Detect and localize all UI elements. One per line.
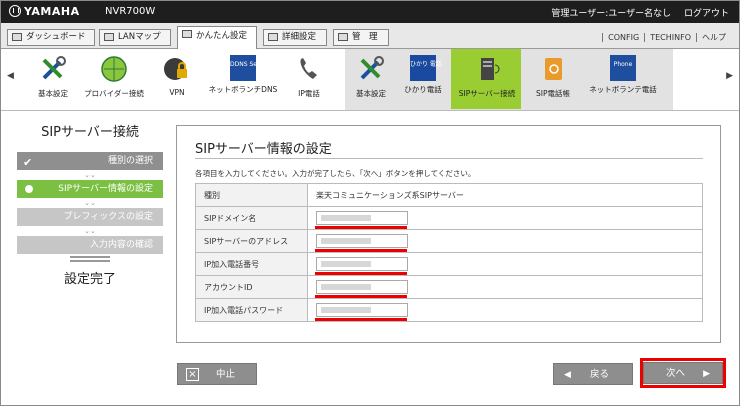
chevron-down-icon: ⌄⌄ — [84, 199, 96, 207]
top-bar: YAMAHA NVR700W 管理ユーザー:ユーザー名なし ログアウト — [1, 1, 739, 23]
chevron-down-icon: ⌄⌄ — [84, 171, 96, 179]
tab-lanmap[interactable]: LANマップ — [99, 29, 171, 46]
red-underline — [315, 249, 407, 252]
panel-title: SIPサーバー情報の設定 — [195, 142, 332, 157]
arrow-right-icon: ▶ — [703, 369, 710, 379]
help-link[interactable]: ヘルプ — [696, 33, 731, 42]
back-button[interactable]: ◀ 戻る — [553, 363, 633, 385]
tab-manage[interactable]: 管 理 — [333, 29, 389, 46]
icon-bar: ◀ ▶ 基本設定 プロバイダー接続 VPN DDNS Service ネットボラ… — [1, 49, 739, 111]
ddns-icon: DDNS Service — [230, 55, 272, 81]
masked-value — [321, 238, 371, 244]
step-prefix: プレフィックスの設定 — [17, 208, 163, 226]
hikari-icon: ひかり 電話 — [410, 55, 442, 81]
current-dot-icon — [25, 185, 33, 193]
wizard-steps: SIPサーバー接続 ✔ 種別の選択 ⌄⌄ SIPサーバー情報の設定 ⌄⌄ プレフィ… — [15, 121, 165, 287]
icon-phone-basic-settings[interactable]: 基本設定 — [351, 55, 391, 99]
panel-description: 各項目を入力してください。入力が完了したら、「次へ」ボタンを押してください。 — [195, 169, 476, 178]
tab-bar: ダッシュボード LANマップ かんたん設定 詳細設定 管 理 CONFIG TEC… — [1, 23, 739, 49]
phone-icon — [300, 58, 317, 79]
tools-icon — [42, 56, 66, 80]
red-underline — [315, 226, 407, 229]
icon-sip-server[interactable]: SIPサーバー接続 — [451, 49, 521, 109]
wand-icon — [182, 30, 192, 38]
arrow-left-icon: ◀ — [564, 370, 571, 380]
step-finish: 設定完了 — [63, 272, 116, 287]
icon-provider[interactable]: プロバイダー接続 — [81, 55, 147, 99]
field-label: IP加入電話番号 — [195, 252, 308, 276]
chevron-down-icon: ⌄⌄ — [84, 227, 96, 235]
close-icon: × — [186, 368, 199, 381]
tools-icon — [360, 56, 384, 80]
check-icon: ✔ — [23, 156, 33, 169]
addressbook-icon — [545, 58, 562, 80]
title-divider — [195, 158, 703, 159]
lanmap-icon — [104, 33, 114, 41]
sip-server-icon — [481, 58, 500, 80]
type-value: 楽天コミュニケーションズ系SIPサーバー — [307, 183, 703, 207]
dashboard-icon — [12, 33, 22, 41]
masked-value — [321, 215, 371, 221]
red-underline — [315, 318, 407, 321]
ip-phone-password-input[interactable] — [315, 303, 408, 321]
tab-dashboard[interactable]: ダッシュボード — [7, 29, 95, 46]
masked-value — [321, 307, 371, 313]
wrench-icon — [338, 33, 348, 41]
sip-server-address-input[interactable] — [315, 234, 408, 252]
netvolante-phone-icon: Phone — [610, 55, 636, 81]
model-name: NVR700W — [105, 6, 156, 17]
step-sip-server-info: SIPサーバー情報の設定 — [17, 180, 163, 198]
sip-domain-input[interactable] — [315, 211, 408, 229]
icon-basic-settings[interactable]: 基本設定 — [33, 55, 73, 99]
double-arrow-icon — [70, 256, 110, 264]
icon-sip-addressbook[interactable]: SIP電話帳 — [531, 55, 575, 99]
row-sip-domain: SIPドメイン名 — [195, 206, 703, 230]
lock-icon — [164, 58, 187, 80]
tab-advanced[interactable]: 詳細設定 — [263, 29, 327, 46]
settings-form: 種別 楽天コミュニケーションズ系SIPサーバー SIPドメイン名 SIPサーバー… — [195, 183, 703, 322]
row-sip-server-address: SIPサーバーのアドレス — [195, 229, 703, 253]
icon-ddns[interactable]: DDNS Service ネットボランチDNS — [207, 55, 279, 95]
yamaha-logo: YAMAHA — [9, 5, 80, 18]
field-label: SIPサーバーのアドレス — [195, 229, 308, 253]
account-id-input[interactable] — [315, 280, 408, 298]
icon-vpn[interactable]: VPN — [159, 55, 195, 97]
user-label: 管理ユーザー:ユーザー名なし — [551, 9, 672, 19]
top-links: CONFIG TECHINFO ヘルプ — [602, 32, 731, 43]
red-underline — [315, 272, 407, 275]
ip-phone-number-input[interactable] — [315, 257, 408, 275]
app-window: YAMAHA NVR700W 管理ユーザー:ユーザー名なし ログアウト ダッシュ… — [0, 0, 740, 406]
field-label: 種別 — [195, 183, 308, 207]
gear-icon — [268, 33, 278, 41]
red-underline — [315, 295, 407, 298]
tab-easy-setup[interactable]: かんたん設定 — [177, 26, 257, 49]
wizard-title: SIPサーバー接続 — [41, 125, 139, 140]
step-confirm: 入力内容の確認 — [17, 236, 163, 254]
step-type-select: ✔ 種別の選択 — [17, 152, 163, 170]
field-label: SIPドメイン名 — [195, 206, 308, 230]
config-link[interactable]: CONFIG — [602, 33, 645, 42]
user-info: 管理ユーザー:ユーザー名なし ログアウト — [541, 6, 729, 19]
field-label: アカウントID — [195, 275, 308, 299]
settings-panel: SIPサーバー情報の設定 各項目を入力してください。入力が完了したら、「次へ」ボ… — [176, 125, 721, 343]
row-ip-phone-number: IP加入電話番号 — [195, 252, 703, 276]
cancel-button[interactable]: × 中止 — [177, 363, 257, 385]
icon-hikari-phone[interactable]: ひかり 電話 ひかり電話 — [401, 55, 445, 95]
masked-value — [321, 284, 371, 290]
masked-value — [321, 261, 371, 267]
techinfo-link[interactable]: TECHINFO — [644, 33, 696, 42]
row-ip-phone-password: IP加入電話パスワード — [195, 298, 703, 322]
field-label: IP加入電話パスワード — [195, 298, 308, 322]
icon-netvolante-phone[interactable]: Phone ネットボランテ電話 — [585, 55, 661, 95]
logout-link[interactable]: ログアウト — [684, 9, 729, 19]
row-account-id: アカウントID — [195, 275, 703, 299]
next-button[interactable]: 次へ ▶ — [643, 362, 723, 384]
scroll-left-icon[interactable]: ◀ — [7, 71, 14, 81]
icon-ip-phone[interactable]: IP電話 — [291, 55, 327, 99]
row-type: 種別 楽天コミュニケーションズ系SIPサーバー — [195, 183, 703, 207]
globe-icon — [101, 56, 127, 82]
scroll-right-icon[interactable]: ▶ — [726, 71, 733, 81]
